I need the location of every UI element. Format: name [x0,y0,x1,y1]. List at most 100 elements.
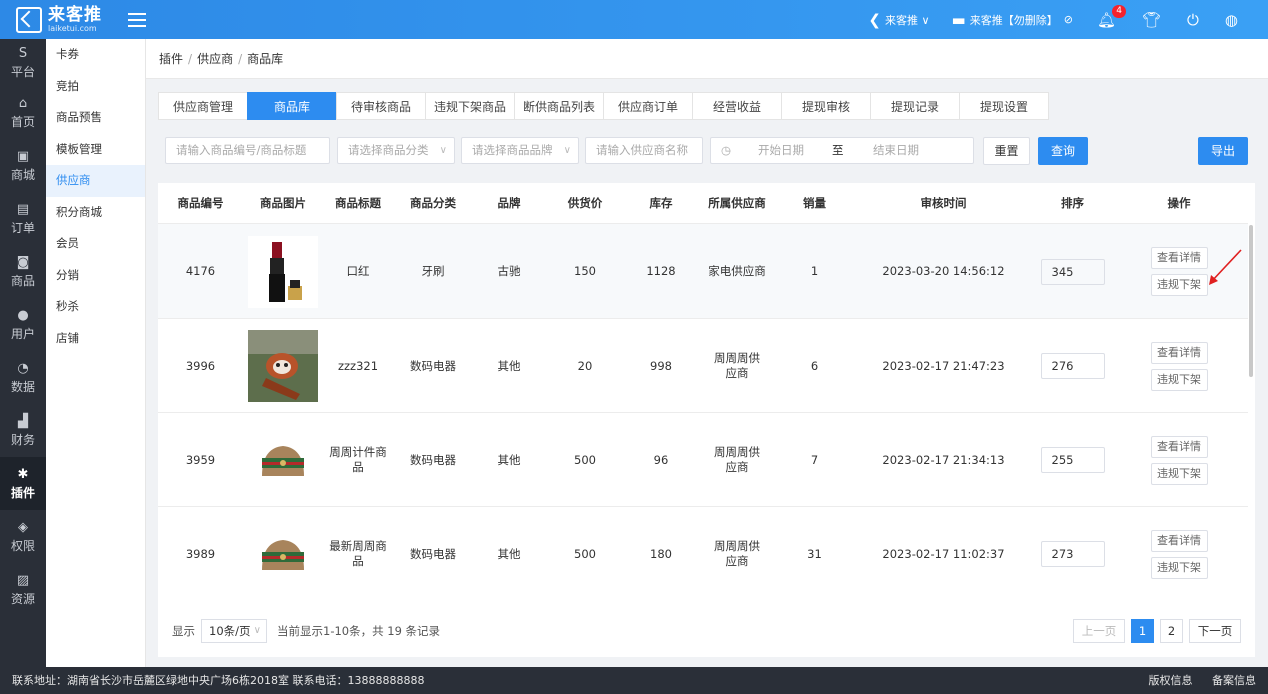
sidebar-item-platform[interactable]: S 平台 [0,39,46,86]
page-button-2[interactable]: 2 [1160,619,1183,643]
external-link-icon[interactable]: ⊘ [1064,13,1073,26]
table-scrollbar[interactable] [1249,225,1253,377]
brand-select-placeholder: 请选择商品品牌 [472,143,553,157]
submenu-item-distribution[interactable]: 分销 [46,260,145,292]
submenu-item-membership[interactable]: 会员 [46,228,145,260]
next-page-button[interactable]: 下一页 [1189,619,1241,643]
tab-violation-removed[interactable]: 违规下架商品 [425,92,515,120]
supplier-name-input[interactable]: 请输入供应商名称 [585,137,703,164]
breadcrumb-supplier[interactable]: 供应商 [197,50,233,67]
table-row[interactable]: 3959 周周计件商品 数码电器 其他 500 96 周周周供应商 7 2023… [158,412,1248,506]
reset-button[interactable]: 重置 [983,137,1030,165]
submenu-item-auction[interactable]: 竞拍 [46,71,145,103]
goods-icon: ◙ [16,254,30,270]
submenu-item-coupons[interactable]: 卡券 [46,39,145,71]
offshelf-button[interactable]: 违规下架 [1150,462,1208,485]
view-details-button[interactable]: 查看详情 [1150,341,1208,364]
sidebar-item-resources[interactable]: ▨ 资源 [0,563,46,616]
date-range-separator: 至 [832,143,844,157]
logo-name: 来客推 [48,4,102,25]
view-details-button[interactable]: 查看详情 [1150,529,1208,552]
sort-input[interactable]: 276 [1040,353,1105,379]
tab-discontinued[interactable]: 断供商品列表 [514,92,604,120]
tab-revenue[interactable]: 经营收益 [692,92,782,120]
start-date-input[interactable]: 开始日期 [758,138,804,163]
column-header: 商品图片 [260,196,306,210]
shop-selector[interactable]: ▬ 来客推【勿删除】 ⊘ [952,11,1073,29]
product-title: 周周计件商品 [329,445,387,474]
table-row[interactable]: 4176 口红 牙刷 古驰 150 1128 家电供应商 1 2023-03-2… [158,223,1248,318]
submenu-item-supplier[interactable]: 供应商 [46,165,145,197]
submenu-item-templates[interactable]: 模板管理 [46,134,145,166]
table-row[interactable]: 3996 zzz321 数码电器 其他 20 998 周周周供应商 6 2023… [158,318,1248,412]
tab-withdraw-review[interactable]: 提现审核 [781,92,871,120]
logout-button[interactable]: ⏻ [1187,11,1203,29]
sidebar-item-plugins[interactable]: ✱ 插件 [0,457,46,510]
breadcrumb-separator: / [188,51,193,66]
product-image[interactable] [243,507,323,601]
stock: 180 [650,546,672,561]
keyword-input[interactable]: 请输入商品编号/商品标题 [165,137,330,164]
query-button[interactable]: 查询 [1038,137,1088,165]
product-image[interactable] [243,224,323,319]
copyright-link[interactable]: 版权信息 [1149,674,1193,687]
sidebar-item-finance[interactable]: ▟ 财务 [0,404,46,457]
table-row[interactable]: 3989 最新周周商品 数码电器 其他 500 180 周周周供应商 31 20… [158,506,1248,600]
sidebar-item-users[interactable]: ● 用户 [0,298,46,351]
icp-link[interactable]: 备案信息 [1212,674,1256,687]
submenu-item-shops[interactable]: 店铺 [46,323,145,355]
column-header: 商品编号 [177,196,224,210]
submenu-item-flash-sale[interactable]: 秒杀 [46,291,145,323]
date-range-picker[interactable]: ◷ 开始日期 至 结束日期 [710,137,974,164]
product-category: 数码电器 [410,452,456,467]
logo-domain: laiketui.com [48,23,97,33]
sidebar-item-label: 插件 [10,485,35,500]
skin-button[interactable]: 👕︎ [1142,11,1165,29]
sidebar-item-goods[interactable]: ◙ 商品 [0,245,46,298]
chevron-down-icon: ∨ [563,145,571,156]
stock: 96 [653,452,669,467]
tab-withdraw-settings[interactable]: 提现设置 [959,92,1049,120]
sidebar-item-permissions[interactable]: ◈ 权限 [0,510,46,563]
column-header: 所属供应商 [708,196,766,210]
prev-page-button[interactable]: 上一页 [1073,619,1125,643]
product-image[interactable] [243,319,323,413]
page-size-select[interactable]: 10条/页 ∨ [201,619,267,643]
submenu-item-presale[interactable]: 商品预售 [46,102,145,134]
lipstick-image [248,235,318,308]
tab-supplier-management[interactable]: 供应商管理 [158,92,248,120]
sidebar-item-orders[interactable]: ▤ 订单 [0,192,46,245]
offshelf-button[interactable]: 违规下架 [1150,368,1208,391]
logo-icon [16,6,42,33]
breadcrumb-plugins[interactable]: 插件 [159,50,183,67]
menu-toggle-icon[interactable] [128,12,146,27]
view-details-button[interactable]: 查看详情 [1150,435,1208,458]
logo[interactable]: 来客推 laiketui.com [0,4,124,33]
offshelf-button[interactable]: 违规下架 [1150,556,1208,579]
sort-input[interactable]: 273 [1040,541,1105,567]
end-date-input[interactable]: 结束日期 [873,138,919,163]
view-details-button[interactable]: 查看详情 [1150,247,1208,269]
notification-button[interactable]: 🔔︎ 4 [1097,4,1126,29]
review-time: 2023-02-17 21:34:13 [882,452,1005,467]
footer-contact: 联系地址：湖南省长沙市岳麓区绿地中央广场6栋2018室 联系电话：1388888… [12,674,425,687]
offshelf-button[interactable]: 违规下架 [1150,274,1208,296]
sidebar-item-home[interactable]: ⌂ 首页 [0,86,46,139]
tab-supplier-orders[interactable]: 供应商订单 [603,92,693,120]
language-button[interactable]: ◍ [1225,11,1242,29]
export-button[interactable]: 导出 [1198,137,1248,165]
category-select[interactable]: 请选择商品分类 ∨ [337,137,455,164]
page-button-1[interactable]: 1 [1131,619,1154,643]
sidebar-item-data[interactable]: ◔ 数据 [0,351,46,404]
sort-input[interactable]: 345 [1040,258,1105,285]
tab-withdraw-records[interactable]: 提现记录 [870,92,960,120]
store-switcher[interactable]: ❮ 来客推 ∨ [868,11,929,29]
tab-product-library[interactable]: 商品库 [247,92,337,120]
sidebar-item-mall[interactable]: ▣ 商城 [0,139,46,192]
brand-select[interactable]: 请选择商品品牌 ∨ [461,137,579,164]
submenu-item-points-mall[interactable]: 积分商城 [46,197,145,229]
product-image[interactable] [243,413,323,507]
sort-input[interactable]: 255 [1040,447,1105,473]
product-id: 3989 [185,546,216,561]
tab-pending-review[interactable]: 待审核商品 [336,92,426,120]
